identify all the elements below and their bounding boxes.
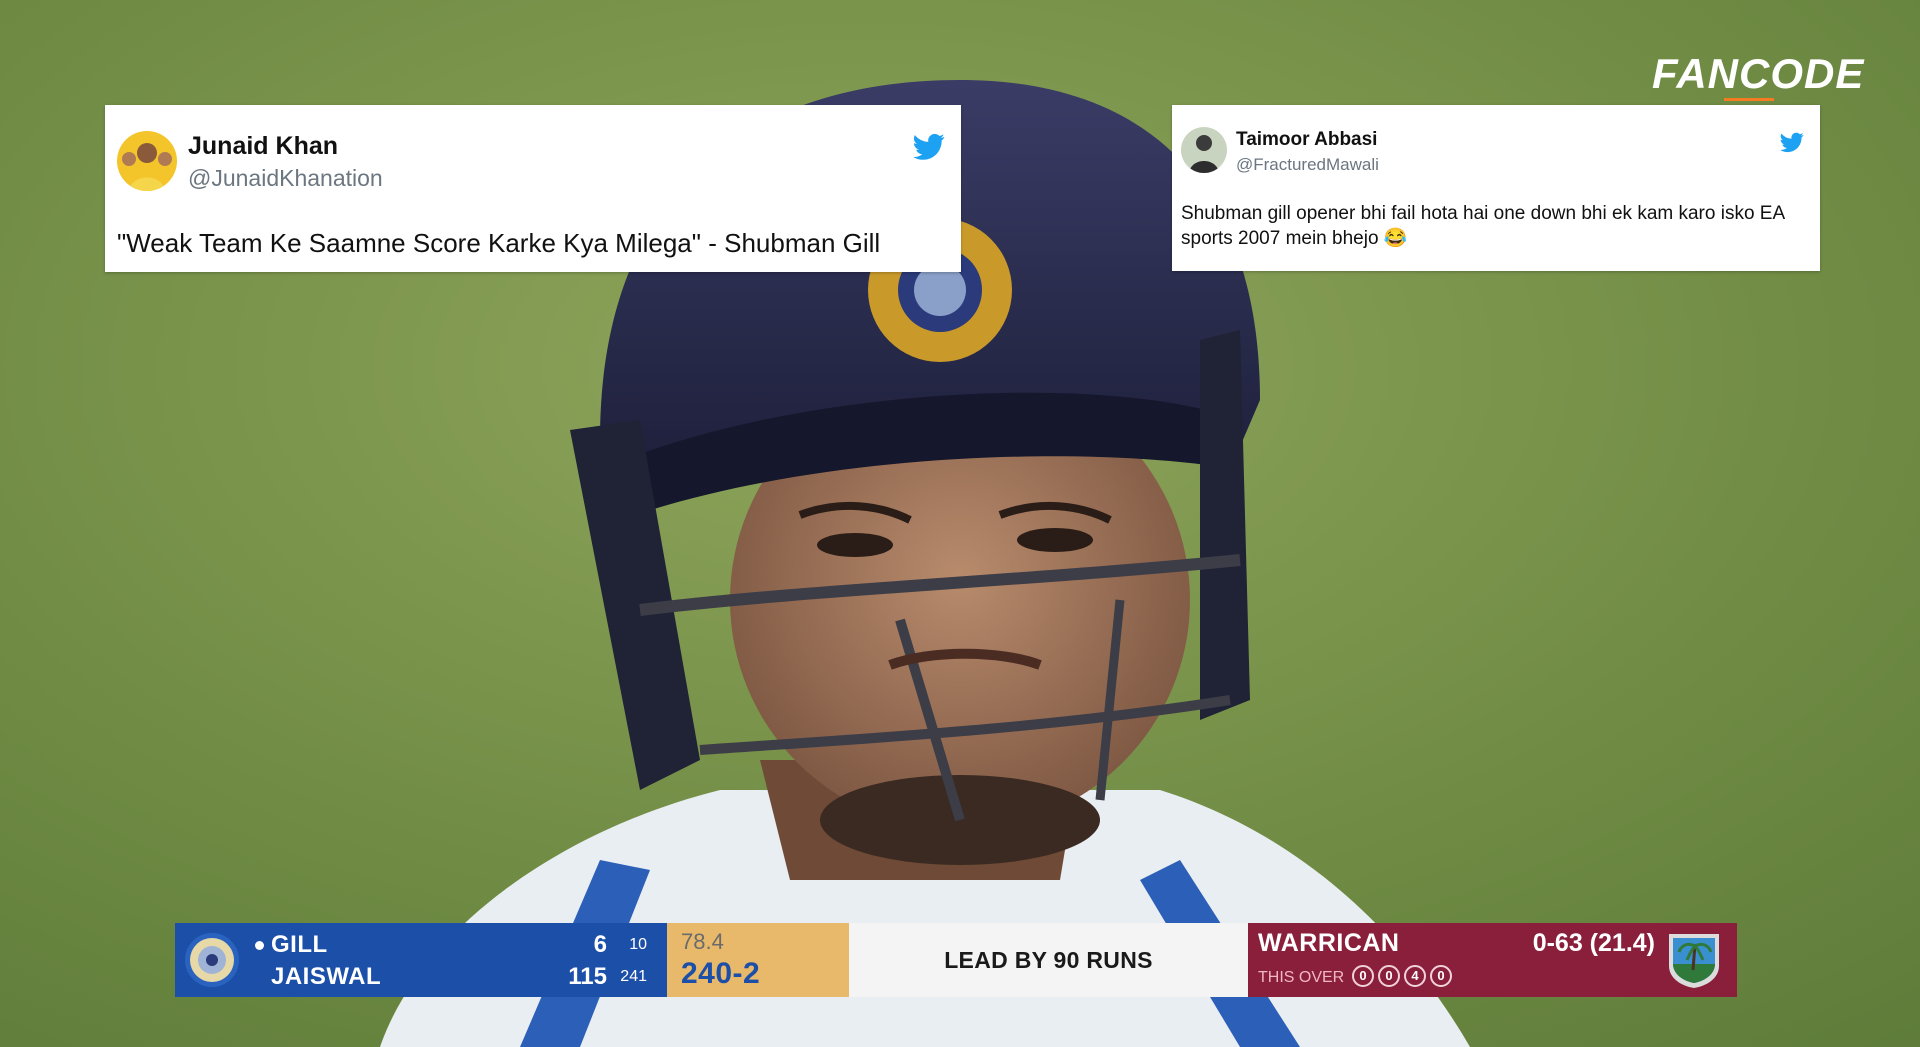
logo-accent-underline — [1724, 98, 1774, 101]
batter-runs: 115 — [568, 963, 607, 990]
ball-result: 0 — [1378, 965, 1400, 987]
ball-result: 0 — [1352, 965, 1374, 987]
tweet-card-taimoor[interactable]: Taimoor Abbasi @FracturedMawali Shubman … — [1172, 105, 1820, 271]
ball-result: 0 — [1430, 965, 1452, 987]
tweet-author-name[interactable]: Taimoor Abbasi — [1236, 129, 1377, 151]
this-over-balls: 0 0 4 0 — [1352, 965, 1452, 987]
lead-message: LEAD BY 90 RUNS — [849, 923, 1248, 997]
score-panel: 78.4 240-2 — [667, 923, 849, 997]
tweet-author-handle[interactable]: @FracturedMawali — [1236, 155, 1379, 175]
overs-count: 78.4 — [681, 929, 724, 954]
tweet-author-handle[interactable]: @JunaidKhanation — [188, 165, 383, 192]
bowler-figures: 0-63 (21.4) — [1532, 929, 1655, 957]
tweet-author-name[interactable]: Junaid Khan — [188, 132, 338, 161]
fancode-logo: FANCODE — [1652, 50, 1863, 104]
on-strike-indicator — [255, 941, 264, 950]
batter-name: JAISWAL — [271, 963, 382, 990]
west-indies-crest-icon — [1665, 930, 1723, 990]
tweet-text: "Weak Team Ke Saamne Score Karke Kya Mil… — [117, 228, 881, 258]
bowler-name: WARRICAN — [1258, 929, 1400, 957]
this-over-label: THIS OVER — [1258, 969, 1345, 986]
avatar[interactable] — [1181, 127, 1227, 173]
twitter-icon[interactable] — [1780, 132, 1804, 153]
batter-row: GILL 6 10 — [255, 931, 647, 961]
batting-panel: GILL 6 10 JAISWAL 115 241 — [175, 923, 667, 997]
bowling-panel: WARRICAN 0-63 (21.4) THIS OVER 0 0 4 0 — [1248, 923, 1737, 997]
batter-balls: 241 — [620, 968, 647, 985]
twitter-icon[interactable] — [913, 133, 945, 161]
tweet-card-junaid[interactable]: Junaid Khan @JunaidKhanation "Weak Team … — [105, 105, 961, 272]
india-crest-icon — [185, 933, 239, 987]
batter-row: JAISWAL 115 241 — [255, 963, 647, 993]
team-total: 240-2 — [681, 957, 761, 990]
avatar[interactable] — [117, 131, 177, 191]
batter-runs: 6 — [593, 931, 607, 958]
batter-name: GILL — [271, 931, 328, 958]
scorebar: GILL 6 10 JAISWAL 115 241 78.4 240-2 LEA… — [175, 923, 1737, 997]
ball-result: 4 — [1404, 965, 1426, 987]
batter-balls: 10 — [629, 936, 647, 953]
tweet-text: Shubman gill opener bhi fail hota hai on… — [1181, 203, 1785, 249]
